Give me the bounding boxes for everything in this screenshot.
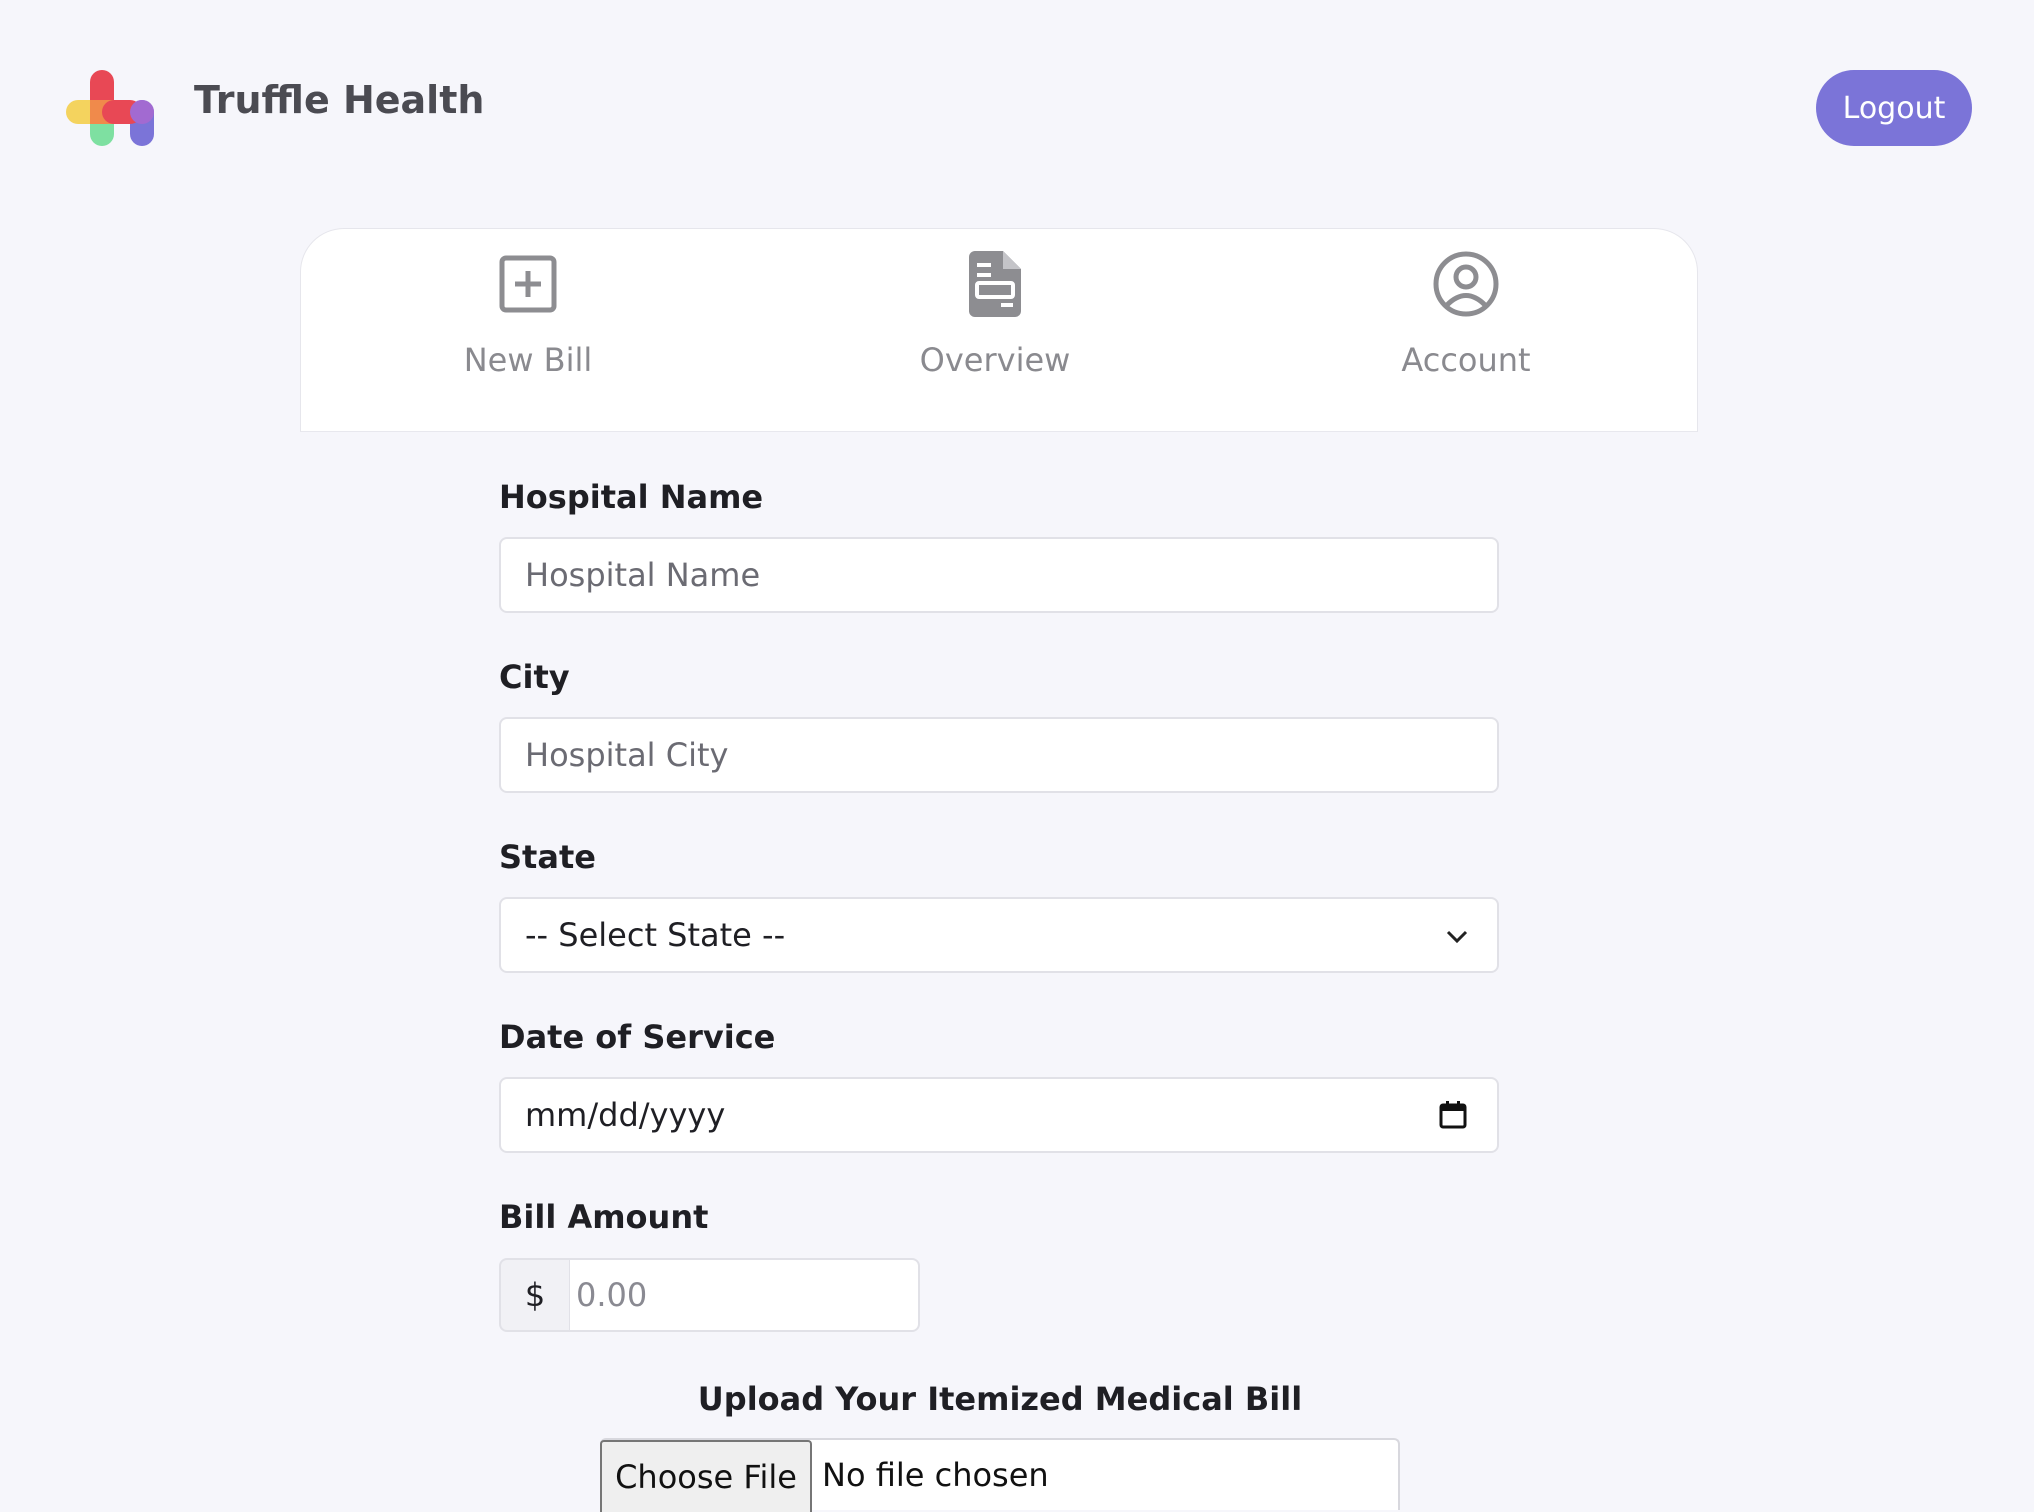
user-circle-icon bbox=[1431, 249, 1501, 319]
file-status: No file chosen bbox=[822, 1456, 1049, 1494]
hospital-name-label: Hospital Name bbox=[499, 478, 764, 516]
upload-title: Upload Your Itemized Medical Bill bbox=[697, 1380, 1303, 1418]
state-select[interactable]: -- Select State -- bbox=[499, 897, 1499, 973]
hospital-name-input[interactable]: Hospital Name bbox=[499, 537, 1499, 613]
brand-name: Truffle Health bbox=[194, 78, 485, 122]
city-input[interactable]: Hospital City bbox=[499, 717, 1499, 793]
nav-tabs: New Bill Overview Account bbox=[300, 228, 1698, 432]
bill-amount-placeholder: 0.00 bbox=[576, 1276, 648, 1314]
document-icon bbox=[960, 249, 1030, 319]
date-of-service-input[interactable]: mm/dd/yyyy bbox=[499, 1077, 1499, 1153]
calendar-icon[interactable] bbox=[1437, 1099, 1469, 1139]
chevron-down-icon bbox=[1443, 921, 1471, 959]
file-upload-input[interactable]: Choose File No file chosen bbox=[600, 1438, 1400, 1512]
date-placeholder: mm/dd/yyyy bbox=[525, 1096, 726, 1134]
state-label: State bbox=[499, 838, 596, 876]
city-placeholder: Hospital City bbox=[525, 736, 729, 774]
bill-amount-label: Bill Amount bbox=[499, 1198, 709, 1236]
currency-prefix: $ bbox=[499, 1258, 571, 1332]
tab-label: Account bbox=[1401, 341, 1531, 379]
tab-label: New Bill bbox=[463, 341, 593, 379]
bill-amount-input[interactable]: 0.00 bbox=[570, 1258, 920, 1332]
choose-file-button[interactable]: Choose File bbox=[600, 1440, 812, 1512]
tab-overview[interactable]: Overview bbox=[845, 249, 1145, 409]
tab-account[interactable]: Account bbox=[1316, 249, 1616, 409]
hospital-name-placeholder: Hospital Name bbox=[525, 556, 761, 594]
plus-square-icon bbox=[493, 249, 563, 319]
tab-new-bill[interactable]: New Bill bbox=[378, 249, 678, 409]
tab-label: Overview bbox=[919, 341, 1071, 379]
truffle-health-logo bbox=[66, 70, 156, 150]
logout-button[interactable]: Logout bbox=[1816, 70, 1972, 146]
state-selected-value: -- Select State -- bbox=[525, 916, 786, 954]
city-label: City bbox=[499, 658, 570, 696]
date-of-service-label: Date of Service bbox=[499, 1018, 776, 1056]
